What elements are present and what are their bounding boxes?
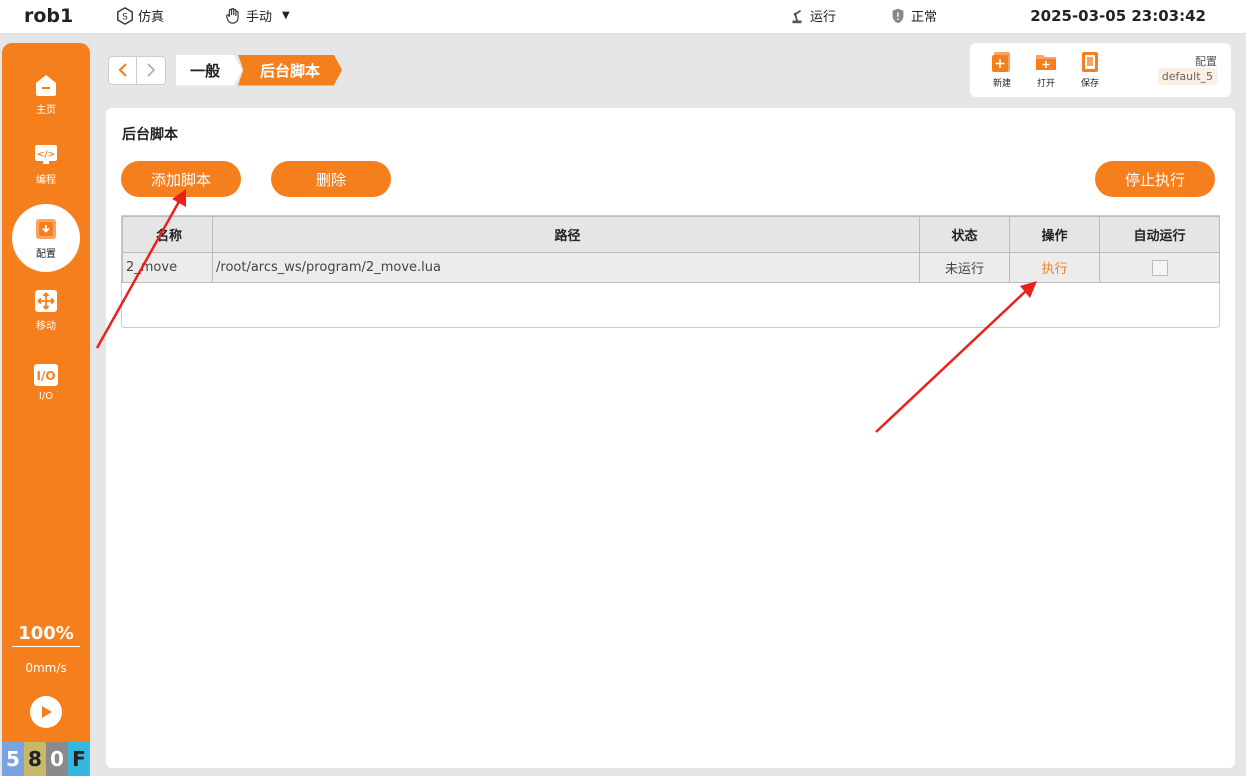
save-icon — [1082, 52, 1098, 72]
caret-down-icon: ▼ — [282, 10, 290, 21]
status-code: 5 8 0 F — [2, 742, 90, 776]
column-header-status: 状态 — [919, 216, 1010, 253]
sidebar: 主页 </> 编程 配置 移动 I/O I/O 100% 0mm/s — [2, 43, 90, 776]
status-code-char: 8 — [24, 742, 46, 776]
file-toolbar: 新建 打开 保存 配置 default_5 — [970, 43, 1231, 97]
play-button[interactable] — [30, 696, 62, 728]
code-icon: </> — [35, 145, 57, 164]
config-icon — [36, 219, 56, 239]
robot-name: rob1 — [24, 5, 74, 27]
status-code-char: 0 — [46, 742, 68, 776]
column-header-path: 路径 — [212, 216, 920, 253]
folder-icon — [1036, 55, 1056, 70]
background-script-panel: 后台脚本 添加脚本 删除 停止执行 名称 路径 状态 操作 自动运行 2_mov… — [106, 108, 1235, 768]
breadcrumb: 一般 后台脚本 — [106, 43, 343, 97]
stop-execution-button[interactable]: 停止执行 — [1095, 161, 1215, 197]
move-icon — [35, 290, 57, 312]
delete-button[interactable]: 删除 — [271, 161, 391, 197]
config-value[interactable]: default_5 — [1157, 68, 1217, 85]
status-code-char: 5 — [2, 742, 24, 776]
hand-icon — [226, 7, 239, 24]
sidebar-item-move[interactable]: 移动 — [2, 279, 90, 341]
new-button[interactable]: 新建 — [982, 51, 1022, 89]
column-header-name: 名称 — [122, 216, 213, 253]
manual-mode-dropdown[interactable]: 手动 ▼ — [224, 6, 290, 25]
script-table: 名称 路径 状态 操作 自动运行 2_move /root/arcs_ws/pr… — [121, 215, 1220, 328]
back-button[interactable] — [108, 55, 137, 85]
add-script-button[interactable]: 添加脚本 — [121, 161, 241, 197]
home-icon — [36, 75, 56, 96]
new-label: 新建 — [992, 79, 1011, 89]
column-header-action: 操作 — [1009, 216, 1100, 253]
script-name: 2_move — [122, 252, 213, 283]
manual-label: 手动 — [246, 10, 273, 25]
save-label: 保存 — [1080, 79, 1099, 89]
sidebar-item-label: 主页 — [36, 105, 56, 116]
simulation-mode[interactable]: S 仿真 — [116, 6, 164, 25]
sidebar-item-label: I/O — [38, 391, 54, 402]
speed-percent[interactable]: 100% — [12, 623, 80, 647]
sidebar-item-io[interactable]: I/O I/O — [2, 351, 90, 413]
script-path: /root/arcs_ws/program/2_move.lua — [212, 252, 920, 283]
new-file-icon — [992, 52, 1010, 72]
config-label: 配置 — [1195, 55, 1217, 68]
play-icon — [42, 706, 52, 718]
io-icon: I/O — [34, 364, 58, 386]
datetime: 2025-03-05 23:03:42 — [1030, 7, 1206, 25]
robot-arm-icon — [792, 9, 802, 23]
breadcrumb-background-script[interactable]: 后台脚本 — [238, 54, 343, 86]
sidebar-item-config[interactable]: 配置 — [12, 204, 80, 272]
table-header-row: 名称 路径 状态 操作 自动运行 — [122, 216, 1220, 253]
simulation-icon: S — [117, 6, 133, 25]
speed-mms: 0mm/s — [25, 661, 67, 675]
table-row[interactable]: 2_move /root/arcs_ws/program/2_move.lua … — [122, 252, 1220, 283]
svg-text:</>: </> — [37, 150, 55, 160]
autorun-checkbox[interactable] — [1151, 259, 1168, 276]
shield-icon — [892, 8, 904, 23]
column-header-autorun: 自动运行 — [1099, 216, 1220, 253]
svg-text:S: S — [122, 12, 128, 22]
chevron-left-icon — [117, 63, 127, 77]
sidebar-item-programming[interactable]: </> 编程 — [2, 133, 90, 195]
top-bar: rob1 S 仿真 手动 ▼ 运行 正常 2025-03-05 23:03:42 — [0, 0, 1246, 34]
autorun-cell — [1099, 252, 1220, 283]
forward-button[interactable] — [137, 55, 166, 85]
page-title: 后台脚本 — [122, 127, 178, 143]
sidebar-item-label: 移动 — [36, 321, 56, 332]
save-button[interactable]: 保存 — [1070, 51, 1110, 89]
sidebar-item-home[interactable]: 主页 — [2, 63, 90, 125]
health-status: 正常 — [889, 6, 937, 25]
status-code-char: F — [68, 742, 90, 776]
run-status-label: 运行 — [810, 10, 837, 25]
script-status: 未运行 — [919, 252, 1010, 283]
execute-link[interactable]: 执行 — [1009, 252, 1100, 283]
breadcrumb-general[interactable]: 一般 — [176, 54, 243, 86]
health-status-label: 正常 — [911, 10, 938, 25]
chevron-right-icon — [147, 63, 156, 77]
svg-text:I/O: I/O — [36, 369, 55, 383]
run-status: 运行 — [788, 6, 836, 25]
open-button[interactable]: 打开 — [1026, 51, 1066, 89]
sidebar-item-label: 配置 — [36, 249, 56, 260]
open-label: 打开 — [1036, 79, 1055, 89]
sidebar-item-label: 编程 — [36, 175, 56, 186]
simulation-label: 仿真 — [138, 10, 165, 25]
